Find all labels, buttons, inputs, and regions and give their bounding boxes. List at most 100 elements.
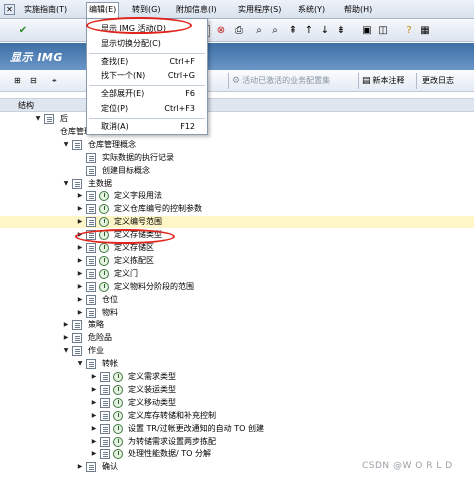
expand-node-icon[interactable]: ▶ bbox=[76, 281, 84, 293]
tree-node[interactable]: ▶ 定义编号范围 bbox=[0, 216, 474, 229]
tree-node[interactable]: ▼ 主数据 bbox=[0, 178, 474, 190]
execute-clock-icon[interactable] bbox=[113, 436, 123, 447]
expand-node-icon[interactable]: ▶ bbox=[90, 397, 98, 409]
execute-clock-icon[interactable] bbox=[113, 449, 123, 460]
window-menu-icon[interactable]: ✕ bbox=[4, 4, 15, 15]
tree-node[interactable]: ▶ 物料 bbox=[0, 307, 474, 319]
execute-clock-icon[interactable] bbox=[113, 410, 123, 421]
tree-node[interactable]: ▼ 作业 bbox=[0, 345, 474, 357]
tree-node[interactable]: ▶ 定义字段用法 bbox=[0, 190, 474, 202]
document-icon[interactable] bbox=[72, 139, 82, 150]
document-icon[interactable] bbox=[86, 281, 96, 292]
document-icon[interactable] bbox=[100, 384, 110, 395]
tree-node[interactable]: ▼ 后 bbox=[0, 113, 474, 125]
execute-clock-icon[interactable] bbox=[99, 255, 109, 266]
document-icon[interactable] bbox=[86, 191, 96, 202]
execute-clock-icon[interactable] bbox=[99, 243, 109, 253]
expand-node-icon[interactable]: ▶ bbox=[76, 255, 84, 267]
document-icon[interactable] bbox=[44, 114, 54, 124]
tree-node[interactable]: ▶ 定义拣配区 bbox=[0, 255, 474, 267]
enter-icon[interactable]: ✔ bbox=[16, 24, 30, 38]
tree-node[interactable]: 实际数据的执行记录 bbox=[0, 152, 474, 164]
execute-clock-icon[interactable] bbox=[99, 281, 109, 292]
execute-clock-icon[interactable] bbox=[99, 217, 109, 228]
tree-node[interactable]: ▶ 策略 bbox=[0, 319, 474, 331]
tree-node[interactable]: 创建目标概念 bbox=[0, 165, 474, 177]
document-icon[interactable] bbox=[100, 423, 110, 434]
tree-node[interactable]: ▶ 定义门 bbox=[0, 268, 474, 280]
first-page-icon[interactable]: ⇞ bbox=[286, 24, 300, 38]
document-icon[interactable] bbox=[86, 243, 96, 253]
tree-node[interactable]: ▶ 定义仓库编号的控制参数 bbox=[0, 203, 474, 215]
document-icon[interactable] bbox=[86, 152, 96, 163]
tree-node[interactable]: ▶ 仓位 bbox=[0, 294, 474, 306]
document-icon[interactable] bbox=[100, 436, 110, 447]
find-next-icon[interactable]: ⌕ bbox=[268, 24, 282, 38]
document-icon[interactable] bbox=[100, 410, 110, 421]
tree-node[interactable]: 仓库管理 bbox=[0, 126, 474, 138]
document-icon[interactable] bbox=[86, 204, 96, 215]
document-icon[interactable] bbox=[86, 307, 96, 318]
collapse-node-icon[interactable]: ▼ bbox=[62, 178, 70, 190]
where-used-icon[interactable]: ⌖ bbox=[52, 74, 57, 88]
execute-clock-icon[interactable] bbox=[99, 204, 109, 215]
expand-node-icon[interactable]: ▶ bbox=[62, 332, 70, 344]
tree-node[interactable]: ▶ 定义存储区 bbox=[0, 242, 474, 254]
expand-node-icon[interactable]: ▶ bbox=[76, 294, 84, 306]
expand-node-icon[interactable]: ▶ bbox=[76, 203, 84, 215]
expand-icon[interactable]: ⊞ bbox=[14, 74, 21, 88]
document-icon[interactable] bbox=[72, 346, 82, 357]
tree-node[interactable]: ▶ 为转储需求设置两步拣配 bbox=[0, 436, 474, 448]
collapse-node-icon[interactable]: ▼ bbox=[76, 358, 84, 370]
expand-node-icon[interactable]: ▶ bbox=[90, 448, 98, 460]
last-page-icon[interactable]: ⇟ bbox=[334, 24, 348, 38]
document-icon[interactable] bbox=[86, 165, 96, 176]
execute-clock-icon[interactable] bbox=[99, 268, 109, 279]
menu-item-position[interactable]: 定位(P) Ctrl+F3 bbox=[87, 103, 207, 115]
tree-node[interactable]: ▶ 定义物料分阶段的范围 bbox=[0, 281, 474, 293]
execute-clock-icon[interactable] bbox=[99, 191, 109, 202]
menu-utilities[interactable]: 实用程序(S) bbox=[236, 3, 283, 16]
tree-node[interactable]: ▶ 定义库存转储和补充控制 bbox=[0, 410, 474, 422]
menu-item-cancel[interactable]: 取消(A) F12 bbox=[87, 121, 207, 133]
menu-goto[interactable]: 转到(G) bbox=[130, 3, 162, 16]
release-notes-button[interactable]: ▤ 新本注释 bbox=[362, 74, 405, 88]
expand-node-icon[interactable]: ▶ bbox=[90, 423, 98, 435]
tree-node[interactable]: ▼ 转帐 bbox=[0, 358, 474, 370]
menu-item-find[interactable]: 查找(E) Ctrl+F bbox=[87, 56, 207, 68]
menu-extras[interactable]: 附加信息(I) bbox=[174, 3, 219, 16]
find-icon[interactable]: ⌕ bbox=[252, 24, 266, 38]
expand-node-icon[interactable]: ▶ bbox=[90, 384, 98, 396]
execute-clock-icon[interactable] bbox=[113, 397, 123, 408]
collapse-icon[interactable]: ⊟ bbox=[30, 74, 37, 88]
document-icon[interactable] bbox=[72, 178, 82, 189]
menu-item-expand-all[interactable]: 全部展开(E) F6 bbox=[87, 88, 207, 100]
tree-node[interactable]: ▼ 仓库管理概念 bbox=[0, 139, 474, 151]
tree-node[interactable]: ▶ 定义需求类型 bbox=[0, 371, 474, 383]
cancel-icon[interactable]: ⊗ bbox=[214, 24, 228, 38]
execute-clock-icon[interactable] bbox=[113, 423, 123, 434]
menu-system[interactable]: 系统(Y) bbox=[296, 3, 327, 16]
execute-clock-icon[interactable] bbox=[113, 372, 123, 382]
menu-edit[interactable]: 编辑(E) bbox=[86, 2, 120, 19]
document-icon[interactable] bbox=[72, 333, 82, 344]
document-icon[interactable] bbox=[86, 359, 96, 370]
document-icon[interactable] bbox=[86, 462, 96, 473]
shortcut-icon[interactable]: ◫ bbox=[376, 24, 390, 38]
expand-node-icon[interactable]: ▶ bbox=[76, 216, 84, 228]
document-icon[interactable] bbox=[86, 294, 96, 305]
document-icon[interactable] bbox=[100, 372, 110, 382]
tree-node[interactable]: ▶ 定义移动类型 bbox=[0, 397, 474, 409]
expand-node-icon[interactable]: ▶ bbox=[76, 268, 84, 280]
collapse-node-icon[interactable]: ▼ bbox=[34, 113, 42, 125]
document-icon[interactable] bbox=[86, 268, 96, 279]
expand-node-icon[interactable]: ▶ bbox=[76, 461, 84, 473]
document-icon[interactable] bbox=[100, 449, 110, 460]
expand-node-icon[interactable]: ▶ bbox=[62, 319, 70, 331]
expand-node-icon[interactable]: ▶ bbox=[90, 436, 98, 448]
menu-item-find-next[interactable]: 找下一个(N) Ctrl+G bbox=[87, 70, 207, 82]
new-session-icon[interactable]: ▣ bbox=[360, 24, 374, 38]
tree-node[interactable]: ▶ 危险品 bbox=[0, 332, 474, 344]
expand-node-icon[interactable]: ▶ bbox=[76, 242, 84, 254]
print-icon[interactable]: ⎙ bbox=[232, 24, 246, 38]
